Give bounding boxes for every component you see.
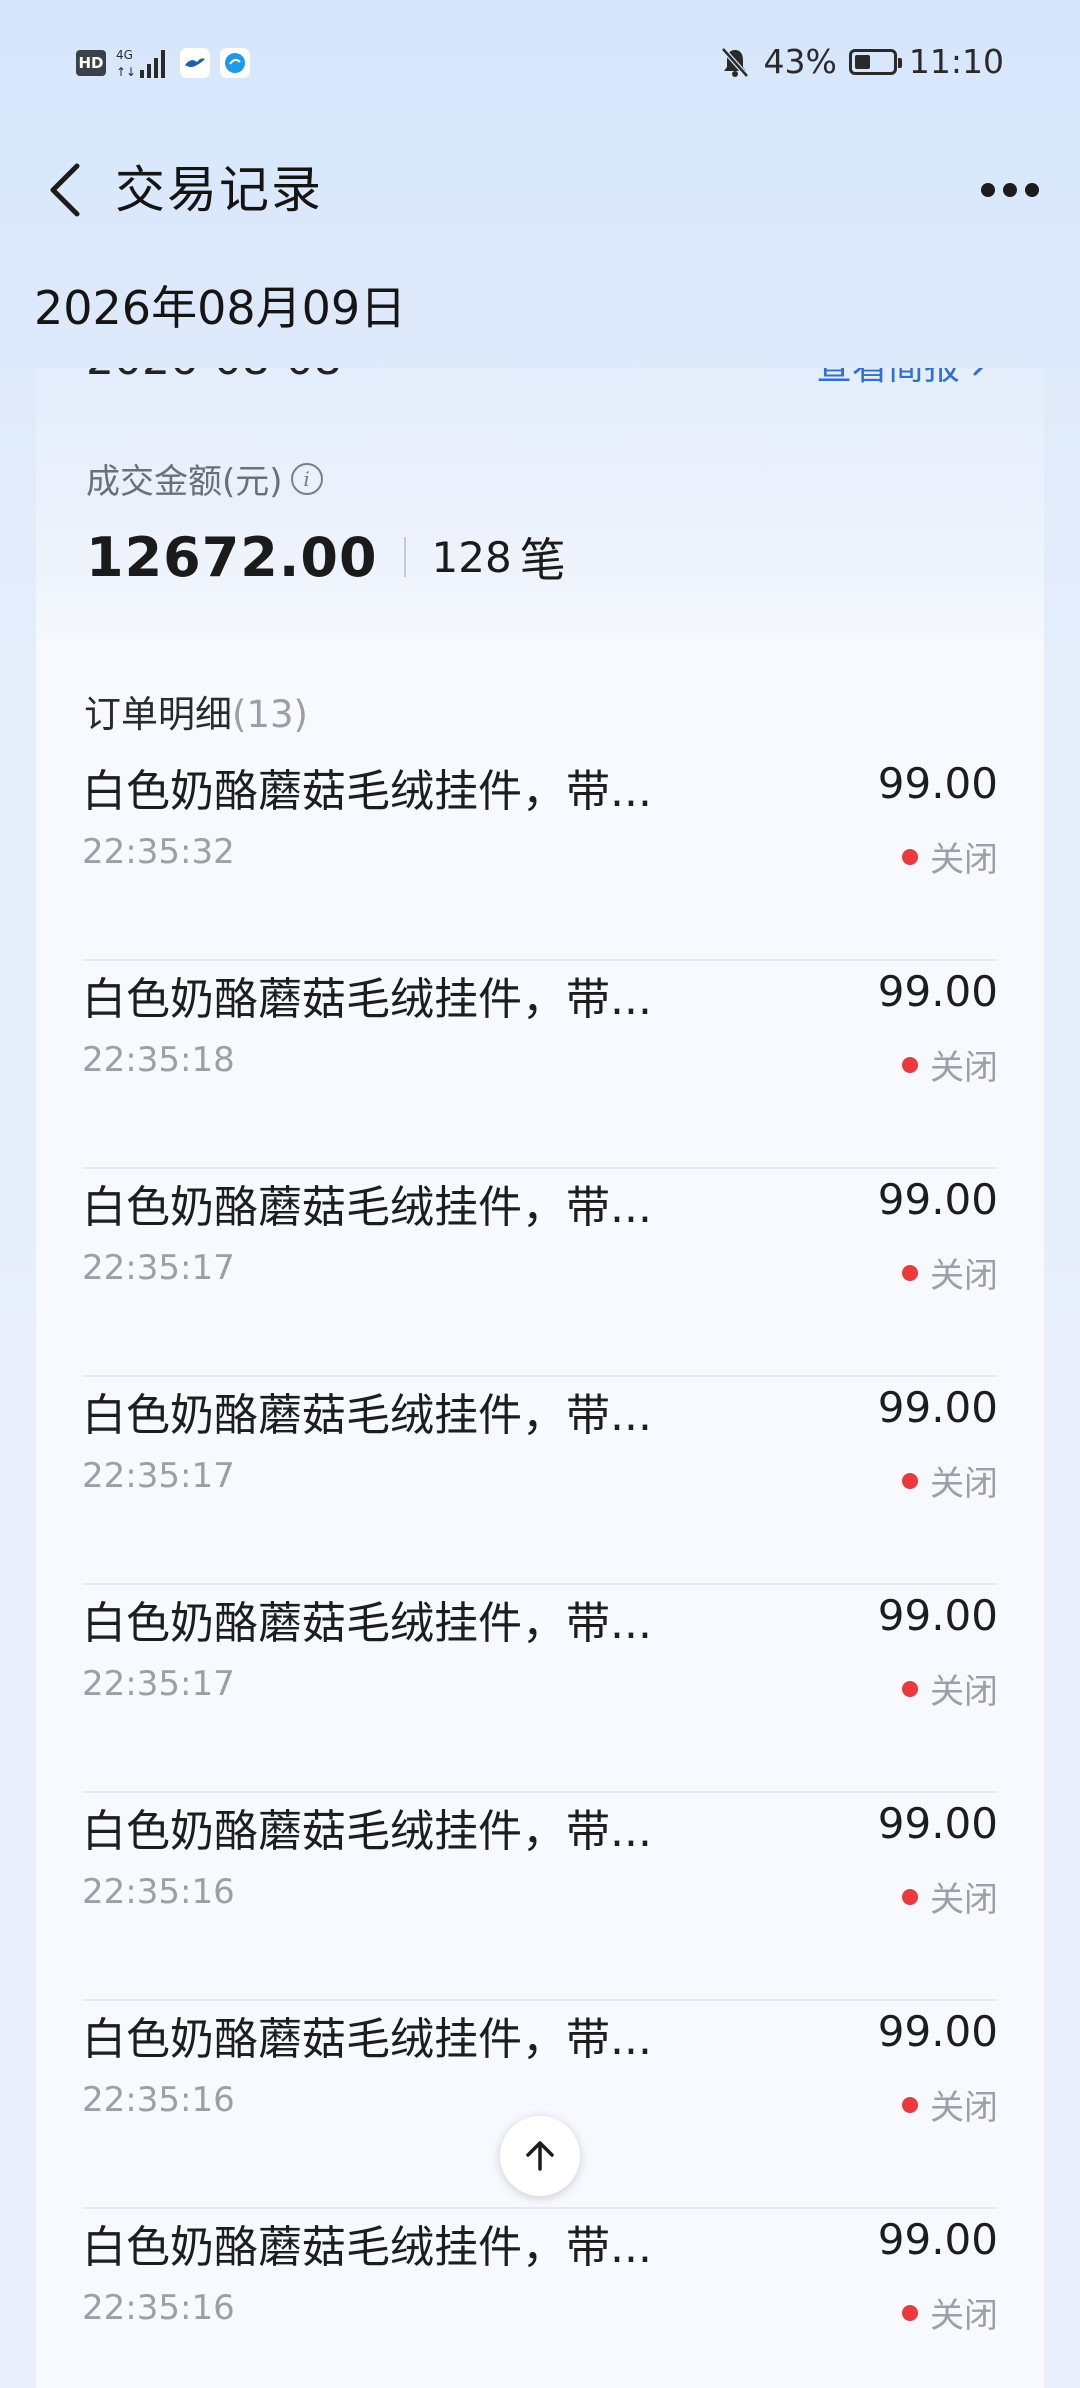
amount-label: 成交金额(元) xyxy=(86,462,283,502)
battery-icon xyxy=(848,48,902,75)
browser-app-icon xyxy=(220,48,250,78)
hd-icon: HD xyxy=(76,50,106,76)
bell-muted-icon xyxy=(720,46,749,78)
status-dot-icon xyxy=(902,2304,918,2321)
summary-date: 2026-08-08 xyxy=(86,368,342,385)
more-dots-icon xyxy=(981,183,1039,197)
order-name: 白色奶酪蘑菇毛绒挂件，带... xyxy=(82,974,652,1025)
list-item[interactable]: 白色奶酪蘑菇毛绒挂件，带... 22:35:16 99.00 关闭 xyxy=(82,2209,998,2388)
order-name: 白色奶酪蘑菇毛绒挂件，带... xyxy=(82,1182,652,1233)
bird-app-icon xyxy=(180,48,210,78)
list-item[interactable]: 白色奶酪蘑菇毛绒挂件，带... 22:35:17 99.00 关闭 xyxy=(82,1585,998,1793)
order-name: 白色奶酪蘑菇毛绒挂件，带... xyxy=(82,1806,652,1857)
view-report-link[interactable]: 查看简报 xyxy=(816,368,990,390)
order-time: 22:35:17 xyxy=(82,1248,235,1288)
order-price: 99.00 xyxy=(877,759,998,808)
orders-title-label: 订单明细 xyxy=(84,693,232,736)
order-count: 128 xyxy=(431,532,512,582)
clock: 11:10 xyxy=(908,42,1004,81)
more-options-button[interactable] xyxy=(970,150,1050,230)
order-time: 22:35:18 xyxy=(82,1040,235,1080)
order-time: 22:35:16 xyxy=(82,1872,235,1912)
status-dot-icon xyxy=(902,1264,918,1281)
daily-summary: 2026-08-08 查看简报 成交金额(元) i 12672.00 128 笔 xyxy=(36,368,1044,640)
status-label: 关闭 xyxy=(930,1880,998,1920)
status-dot-icon xyxy=(902,1056,918,1073)
order-price: 99.00 xyxy=(877,2007,998,2056)
status-dot-icon xyxy=(902,1680,918,1697)
order-status: 关闭 xyxy=(902,2288,998,2337)
list-item[interactable]: 白色奶酪蘑菇毛绒挂件，带... 22:35:17 99.00 关闭 xyxy=(82,1169,998,1377)
orders-count: (13) xyxy=(232,693,308,736)
divider xyxy=(403,537,406,577)
order-price: 99.00 xyxy=(877,1799,998,1848)
order-status: 关闭 xyxy=(902,2080,998,2129)
transaction-card: 2026-08-08 查看简报 成交金额(元) i 12672.00 128 笔… xyxy=(36,368,1044,2388)
status-label: 关闭 xyxy=(930,840,998,880)
amount-row: 12672.00 128 笔 xyxy=(86,524,566,590)
order-name: 白色奶酪蘑菇毛绒挂件，带... xyxy=(82,766,652,817)
order-name: 白色奶酪蘑菇毛绒挂件，带... xyxy=(82,1598,652,1649)
order-status: 关闭 xyxy=(902,1664,998,1713)
order-time: 22:35:16 xyxy=(82,2288,235,2328)
status-icons-left: HD 4G ↑↓ xyxy=(76,46,250,80)
status-label: 关闭 xyxy=(930,1464,998,1504)
order-price: 99.00 xyxy=(877,1383,998,1432)
page-title: 交易记录 xyxy=(115,161,323,219)
network-type-label: 4G xyxy=(116,48,133,62)
status-dot-icon xyxy=(902,1472,918,1489)
status-label: 关闭 xyxy=(930,1048,998,1088)
order-price: 99.00 xyxy=(877,1175,998,1224)
order-name: 白色奶酪蘑菇毛绒挂件，带... xyxy=(82,2014,652,2065)
order-time: 22:35:32 xyxy=(82,832,235,872)
list-item[interactable]: 白色奶酪蘑菇毛绒挂件，带... 22:35:32 99.00 关闭 xyxy=(82,753,998,961)
date-heading: 2026年08月09日 xyxy=(34,281,407,335)
status-dot-icon xyxy=(902,848,918,865)
status-icons-right: 43% 11:10 xyxy=(718,42,1004,81)
order-name: 白色奶酪蘑菇毛绒挂件，带... xyxy=(82,1390,652,1441)
status-label: 关闭 xyxy=(930,1256,998,1296)
back-button[interactable] xyxy=(30,140,100,240)
order-status: 关闭 xyxy=(902,832,998,881)
order-time: 22:35:17 xyxy=(82,1456,235,1496)
app-header: 交易记录 xyxy=(0,130,1080,250)
amount-label-row: 成交金额(元) i xyxy=(86,454,323,503)
status-dot-icon xyxy=(902,1888,918,1905)
battery-percent: 43% xyxy=(763,42,837,81)
status-label: 关闭 xyxy=(930,2296,998,2336)
order-price: 99.00 xyxy=(877,1591,998,1640)
list-item[interactable]: 白色奶酪蘑菇毛绒挂件，带... 22:35:16 99.00 关闭 xyxy=(82,1793,998,2001)
network-arrows-label: ↑↓ xyxy=(116,65,136,79)
list-item[interactable]: 白色奶酪蘑菇毛绒挂件，带... 22:35:18 99.00 关闭 xyxy=(82,961,998,1169)
signal-icon: 4G ↑↓ xyxy=(116,48,165,79)
total-amount: 12672.00 xyxy=(86,525,378,589)
arrow-up-icon xyxy=(526,2141,554,2171)
order-status: 关闭 xyxy=(902,1040,998,1089)
status-dot-icon xyxy=(902,2096,918,2113)
status-label: 关闭 xyxy=(930,2088,998,2128)
order-price: 99.00 xyxy=(877,967,998,1016)
order-status: 关闭 xyxy=(902,1456,998,1505)
info-icon[interactable]: i xyxy=(290,462,323,495)
order-name: 白色奶酪蘑菇毛绒挂件，带... xyxy=(82,2222,652,2273)
view-report-label: 查看简报 xyxy=(816,368,960,390)
chevron-right-icon xyxy=(973,368,984,376)
battery-fill xyxy=(854,54,870,69)
order-status: 关闭 xyxy=(902,1248,998,1297)
order-count-unit: 笔 xyxy=(519,533,566,587)
list-item[interactable]: 白色奶酪蘑菇毛绒挂件，带... 22:35:17 99.00 关闭 xyxy=(82,1377,998,1585)
order-time: 22:35:17 xyxy=(82,1664,235,1704)
back-to-top-button[interactable] xyxy=(500,2116,580,2196)
status-bar: HD 4G ↑↓ 43% 11:10 xyxy=(0,0,1080,130)
orders-section-title: 订单明细(13) xyxy=(84,684,308,738)
chevron-left-icon xyxy=(50,163,80,217)
order-time: 22:35:16 xyxy=(82,2080,235,2120)
order-price: 99.00 xyxy=(877,2215,998,2264)
status-label: 关闭 xyxy=(930,1672,998,1712)
order-status: 关闭 xyxy=(902,1872,998,1921)
